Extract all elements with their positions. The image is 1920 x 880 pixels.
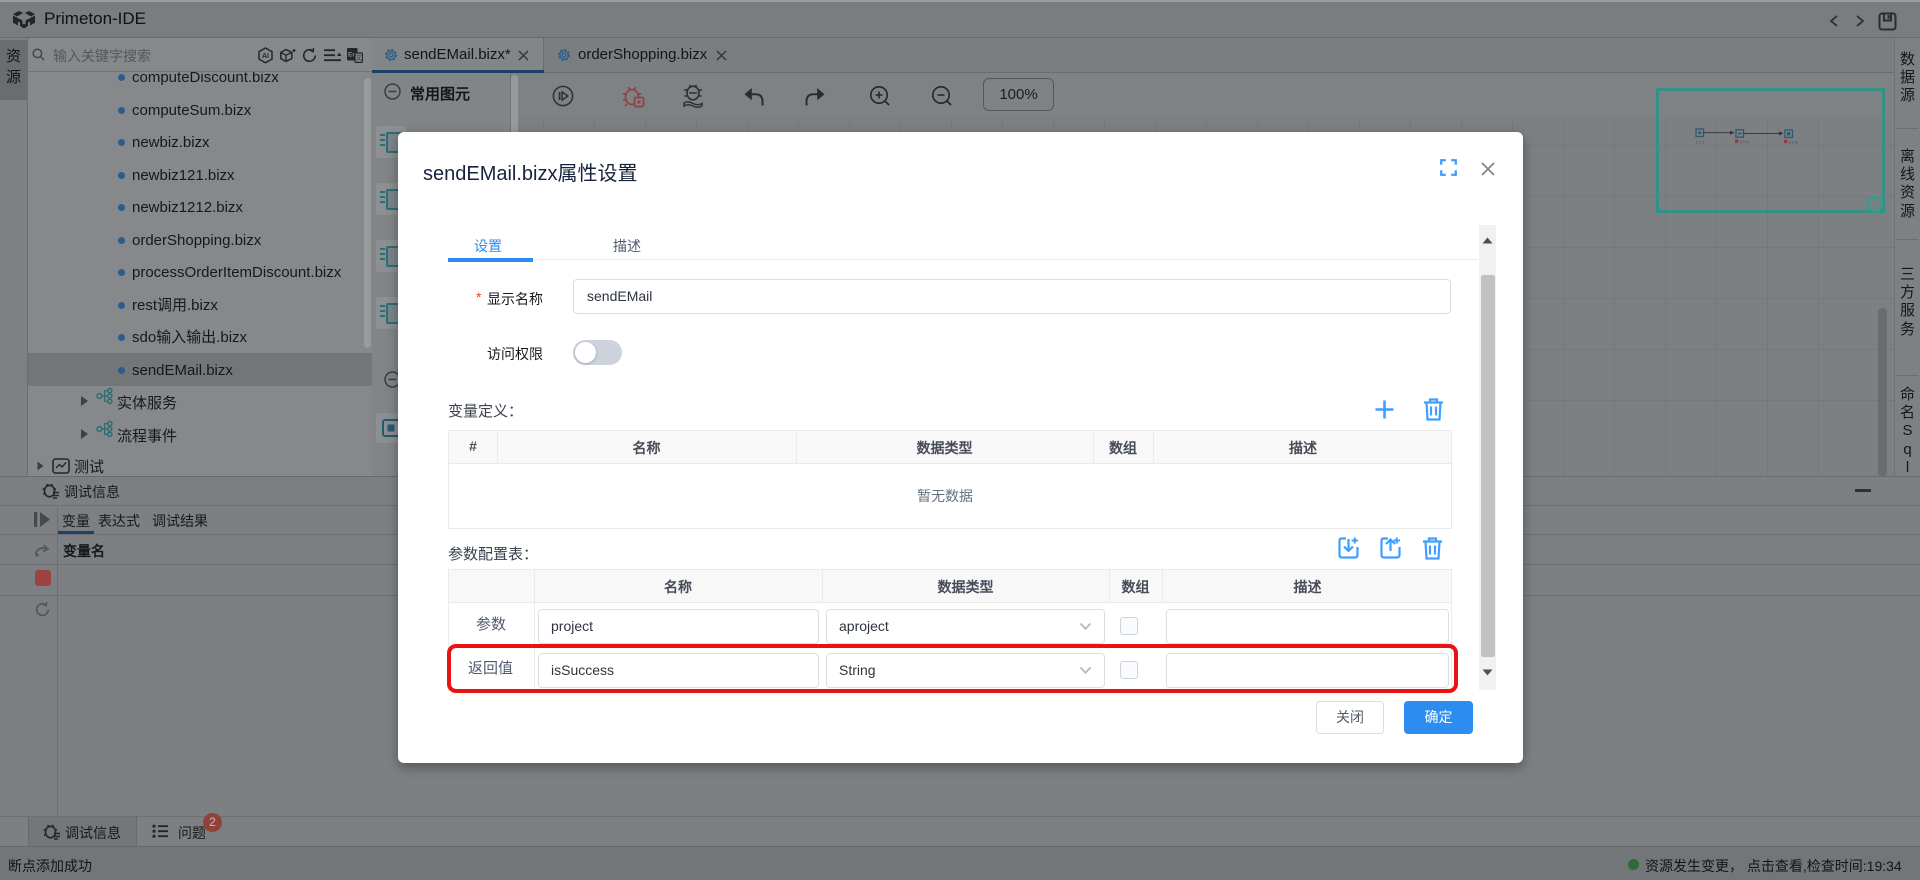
svg-text:AI: AI: [262, 53, 269, 60]
svg-text:文: 文: [356, 54, 362, 62]
svg-text:BPM: BPM: [1740, 140, 1750, 145]
svg-text:1 P1: 1 P1: [1696, 140, 1706, 145]
svg-text:BPM: BPM: [1789, 140, 1799, 145]
